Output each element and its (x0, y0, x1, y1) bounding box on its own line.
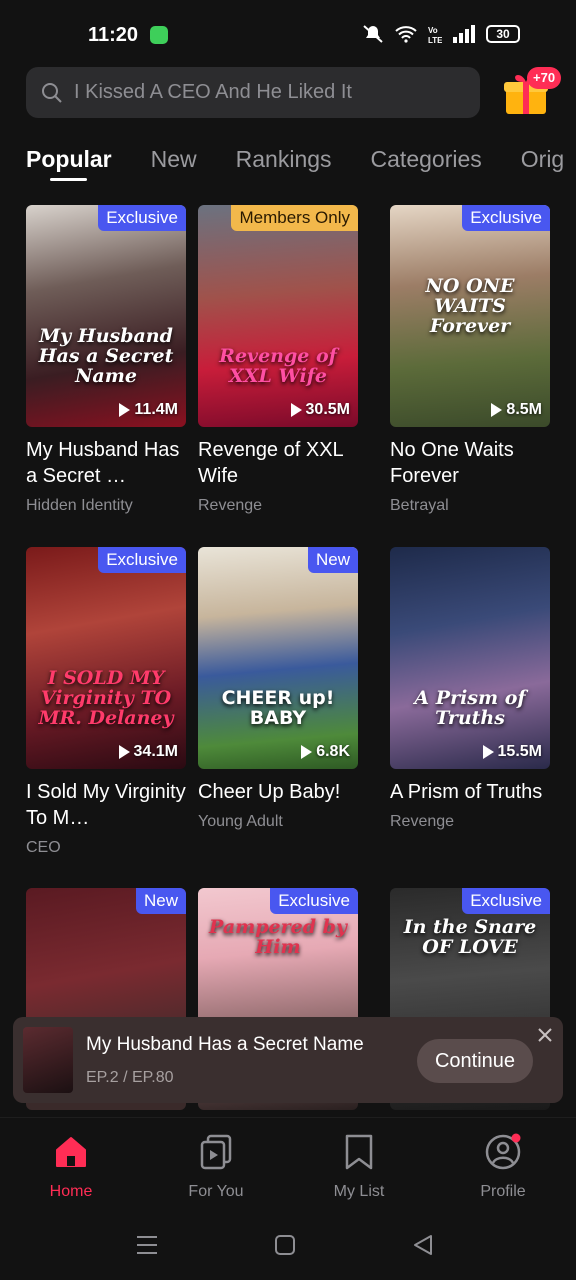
nav-profile-label: Profile (480, 1183, 526, 1200)
poster-image[interactable]: Exclusive My Husband Has a Secret Name 1… (26, 205, 186, 427)
gift-badge: +70 (527, 67, 562, 89)
poster-image[interactable]: New CHEER up! BABY 6.8K (198, 547, 358, 769)
play-icon (118, 745, 130, 759)
bookmark-icon (345, 1134, 373, 1170)
drama-title[interactable]: I Sold My Virginity To M… (26, 779, 186, 831)
drama-genre: Hidden Identity (26, 497, 133, 514)
poster-title: CHEER up! BABY (221, 687, 335, 730)
nav-my-list-label: My List (333, 1183, 385, 1200)
drama-genre: Betrayal (390, 497, 449, 514)
message-icon (150, 26, 168, 44)
exclusive-badge: Exclusive (462, 205, 550, 231)
drama-genre: Revenge (390, 813, 455, 830)
tab-active-indicator (50, 178, 87, 181)
system-nav-bar (0, 1209, 576, 1280)
view-count: 6.8K (301, 743, 350, 761)
svg-text:Vo: Vo (428, 26, 438, 35)
drama-card[interactable]: Exclusive I SOLD MY Virginity TO MR. Del… (26, 547, 186, 857)
continue-thumbnail[interactable] (23, 1027, 73, 1093)
search-icon (42, 82, 62, 103)
nav-home[interactable]: Home (23, 1132, 119, 1201)
drama-genre: Revenge (198, 497, 263, 514)
exclusive-badge: Exclusive (98, 547, 186, 573)
battery-indicator: 30 (486, 25, 520, 43)
signal-icon (453, 25, 475, 43)
search-input[interactable] (74, 81, 454, 104)
play-icon (290, 403, 302, 417)
drama-card[interactable]: New CHEER up! BABY 6.8K Cheer Up Baby! Y… (198, 547, 358, 831)
play-icon (491, 403, 503, 417)
continue-title: My Husband Has a Secret Name (86, 1034, 364, 1055)
play-icon (482, 745, 494, 759)
profile-icon (485, 1133, 521, 1170)
poster-title: NO ONE WAITS Forever (425, 275, 515, 338)
view-count: 34.1M (118, 743, 178, 761)
tab-categories[interactable]: Categories (371, 146, 482, 173)
close-icon[interactable] (535, 1025, 555, 1045)
drama-genre: CEO (26, 839, 61, 856)
poster-title: A Prism of Truths (414, 687, 526, 730)
poster-image[interactable]: Exclusive I SOLD MY Virginity TO MR. Del… (26, 547, 186, 769)
poster-title: I SOLD MY Virginity TO MR. Delaney (38, 667, 174, 730)
drama-title[interactable]: My Husband Has a Secret … (26, 437, 186, 489)
play-icon (119, 403, 131, 417)
svg-text:LTE: LTE (428, 36, 442, 44)
search-bar[interactable] (26, 67, 480, 118)
nav-my-list[interactable]: My List (311, 1132, 407, 1201)
continue-episode: EP.2 / EP.80 (86, 1069, 174, 1086)
view-count: 11.4M (119, 401, 178, 419)
view-count: 15.5M (482, 743, 542, 761)
back-icon[interactable] (412, 1234, 434, 1256)
tab-popular[interactable]: Popular (26, 146, 112, 173)
view-count: 8.5M (491, 401, 542, 419)
poster-image[interactable]: Exclusive NO ONE WAITS Forever 8.5M (390, 205, 550, 427)
drama-title[interactable]: No One Waits Forever (390, 437, 550, 489)
volte-icon: VoLTE (428, 26, 442, 44)
drama-title[interactable]: Revenge of XXL Wife (198, 437, 358, 489)
status-time: 11:20 (88, 24, 139, 46)
poster-image[interactable]: A Prism of Truths 15.5M (390, 547, 550, 769)
home-icon (56, 1137, 86, 1167)
poster-image[interactable]: Members Only Revenge of XXL Wife 30.5M (198, 205, 358, 427)
mute-icon (363, 25, 383, 43)
status-bar: 11:20 Vo LTE 30 (0, 0, 576, 70)
continue-watching-bar[interactable]: My Husband Has a Secret Name EP.2 / EP.8… (13, 1017, 563, 1103)
poster-title: In the Snare OF LOVE (403, 916, 537, 958)
drama-title[interactable]: Cheer Up Baby! (198, 779, 358, 805)
poster-title: Revenge of XXL Wife (219, 345, 337, 388)
status-icons: Vo LTE 30 (362, 24, 520, 44)
exclusive-badge: Exclusive (98, 205, 186, 231)
members-only-badge: Members Only (231, 205, 358, 231)
tab-rankings[interactable]: Rankings (236, 146, 332, 173)
tab-originals[interactable]: Orig (521, 146, 564, 173)
drama-card[interactable]: Exclusive My Husband Has a Secret Name 1… (26, 205, 186, 515)
poster-title: My Husband Has a Secret Name (38, 325, 174, 388)
nav-home-label: Home (49, 1183, 93, 1200)
menu-icon[interactable] (136, 1234, 158, 1256)
nav-for-you[interactable]: For You (168, 1132, 264, 1201)
category-tabs: Popular New Rankings Categories Orig (26, 146, 564, 173)
drama-card[interactable]: A Prism of Truths 15.5M A Prism of Truth… (390, 547, 550, 831)
nav-profile[interactable]: Profile (455, 1132, 551, 1201)
poster-title: Pampered by Him (209, 916, 347, 958)
continue-button[interactable]: Continue (417, 1039, 533, 1083)
drama-card[interactable]: Members Only Revenge of XXL Wife 30.5M R… (198, 205, 358, 515)
exclusive-badge: Exclusive (270, 888, 358, 914)
view-count: 30.5M (290, 401, 350, 419)
exclusive-badge: Exclusive (462, 888, 550, 914)
wifi-icon (395, 26, 417, 43)
home-button-icon[interactable] (275, 1235, 295, 1255)
video-stack-icon (200, 1134, 232, 1170)
nav-for-you-label: For You (188, 1183, 244, 1200)
bottom-nav: Home For You My List Profile (0, 1117, 576, 1209)
drama-genre: Young Adult (198, 813, 283, 830)
drama-card[interactable]: Exclusive NO ONE WAITS Forever 8.5M No O… (390, 205, 550, 515)
play-icon (301, 745, 313, 759)
new-badge: New (307, 547, 358, 573)
drama-title[interactable]: A Prism of Truths (390, 779, 550, 805)
tab-new[interactable]: New (151, 146, 197, 173)
new-badge: New (135, 888, 186, 914)
